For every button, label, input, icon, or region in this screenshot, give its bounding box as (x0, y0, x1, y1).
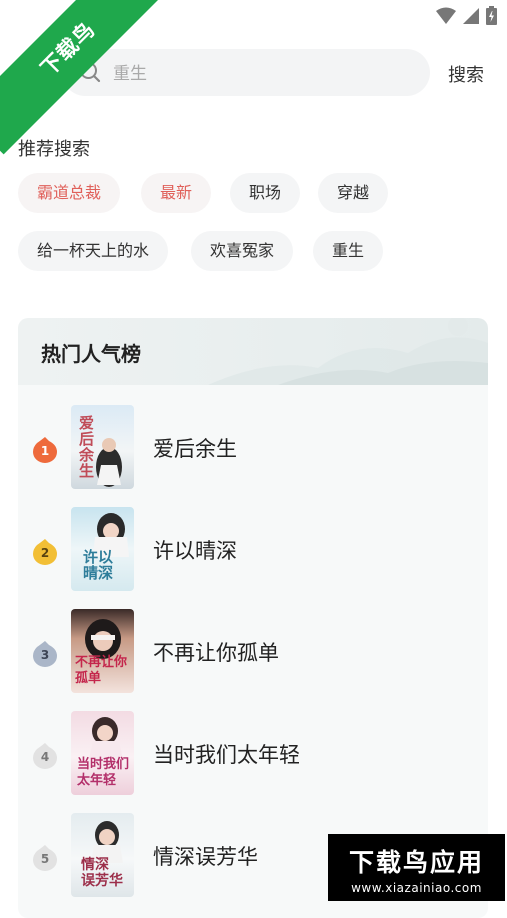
tag-item[interactable]: 给一杯天上的水 (18, 231, 169, 271)
mountain-decoration (208, 318, 488, 385)
tag-item[interactable]: 欢喜冤家 (191, 231, 294, 271)
signal-icon (463, 7, 479, 24)
tag-item[interactable]: 职场 (230, 173, 301, 213)
book-cover: 爱后 余生 (71, 405, 134, 489)
ranking-item[interactable]: 1 爱后 余生 爱后余生 (18, 405, 488, 495)
book-title: 当时我们太年轻 (153, 743, 300, 767)
rank-badge: 2 (32, 537, 58, 565)
hot-ranking-card: 热门人气榜 1 爱后 余生 爱后余生 2 许以 晴深 许以晴深 3 不再让你 孤… (18, 318, 488, 918)
book-cover: 许以 晴深 (71, 507, 134, 591)
ranking-header: 热门人气榜 (18, 318, 488, 385)
watermark-logo-text: 下载鸟应用 (348, 848, 484, 877)
wifi-icon (436, 7, 456, 24)
book-title: 许以晴深 (153, 539, 237, 563)
tag-item[interactable]: 穿越 (318, 173, 389, 213)
book-cover: 情深 误芳华 (71, 813, 134, 897)
rank-badge: 1 (32, 435, 58, 463)
rank-badge: 4 (32, 741, 58, 769)
search-input[interactable] (111, 49, 415, 98)
book-cover: 不再让你 孤单 (71, 609, 134, 693)
tag-item[interactable]: 霸道总裁 (18, 173, 121, 213)
watermark-logo: 下载鸟应用 www.xiazainiao.com (328, 834, 505, 901)
book-title: 不再让你孤单 (153, 641, 279, 665)
battery-icon (486, 6, 497, 25)
status-bar (436, 6, 497, 25)
ranking-title: 热门人气榜 (41, 342, 141, 366)
book-cover: 当时我们 太年轻 (71, 711, 134, 795)
tag-item[interactable]: 最新 (141, 173, 212, 213)
ranking-item[interactable]: 2 许以 晴深 许以晴深 (18, 507, 488, 597)
ranking-item[interactable]: 3 不再让你 孤单 不再让你孤单 (18, 609, 488, 699)
rank-badge: 5 (32, 843, 58, 871)
rank-badge: 3 (32, 639, 58, 667)
search-button[interactable]: 搜索 (448, 61, 484, 87)
book-title: 爱后余生 (153, 437, 237, 461)
book-title: 情深误芳华 (153, 845, 258, 869)
search-box[interactable] (62, 49, 430, 98)
tag-item[interactable]: 重生 (313, 231, 384, 271)
watermark-url: www.xiazainiao.com (351, 881, 482, 895)
recommend-title: 推荐搜索 (18, 139, 90, 160)
ranking-item[interactable]: 4 当时我们 太年轻 当时我们太年轻 (18, 711, 488, 801)
